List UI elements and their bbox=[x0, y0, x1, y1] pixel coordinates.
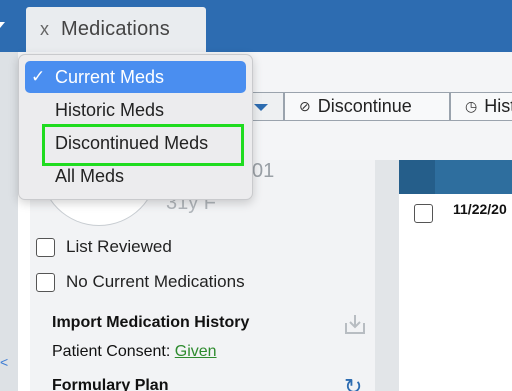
top-bar: x Medications bbox=[0, 0, 512, 52]
highlight-box bbox=[42, 124, 244, 166]
history-label: Hist bbox=[484, 96, 512, 116]
no-current-meds-label: No Current Medications bbox=[66, 272, 245, 291]
grid-row-checkbox[interactable] bbox=[414, 204, 433, 223]
tab-label: Medications bbox=[61, 18, 170, 40]
discontinue-label: Discontinue bbox=[317, 96, 412, 116]
history-icon: ◷ bbox=[465, 98, 478, 114]
menu-item-current-meds[interactable]: ✓ Current Meds bbox=[25, 61, 246, 93]
checkmark-icon: ✓ bbox=[31, 67, 46, 86]
list-reviewed-label: List Reviewed bbox=[66, 237, 172, 256]
consent-given-link[interactable]: Given bbox=[175, 343, 217, 360]
patient-consent: Patient Consent: Given bbox=[52, 343, 217, 361]
list-reviewed-row[interactable]: List Reviewed bbox=[36, 237, 172, 257]
left-gutter bbox=[0, 52, 18, 391]
menu-item-label: Historic Meds bbox=[55, 99, 165, 120]
import-history-title: Import Medication History bbox=[52, 314, 250, 331]
chevron-down-icon[interactable] bbox=[0, 22, 5, 28]
discontinue-button[interactable]: ⊘ Discontinue bbox=[284, 92, 450, 121]
formulary-plan-title: Formulary Plan bbox=[52, 377, 169, 391]
close-icon[interactable]: x bbox=[40, 19, 49, 40]
refresh-icon[interactable]: ↻ bbox=[344, 374, 362, 391]
chevron-down-icon bbox=[254, 104, 268, 111]
panel-divider[interactable] bbox=[375, 160, 399, 391]
menu-item-label: All Meds bbox=[55, 165, 125, 186]
history-button[interactable]: ◷ Hist bbox=[450, 92, 512, 121]
import-icon[interactable] bbox=[343, 313, 367, 335]
list-reviewed-checkbox[interactable] bbox=[36, 237, 55, 257]
consent-label: Patient Consent: bbox=[52, 343, 171, 360]
menu-item-label: Current Meds bbox=[55, 66, 165, 87]
patient-id: 01 bbox=[252, 160, 275, 182]
collapse-chevron-icon[interactable]: < bbox=[0, 354, 8, 370]
discontinue-icon: ⊘ bbox=[299, 98, 311, 114]
no-current-meds-checkbox[interactable] bbox=[36, 272, 55, 292]
menu-item-historic-meds[interactable]: Historic Meds bbox=[25, 94, 246, 126]
grid-row-date: 11/22/20 bbox=[453, 201, 507, 217]
no-current-meds-row[interactable]: No Current Medications bbox=[36, 272, 245, 292]
grid-header-select-column bbox=[399, 160, 435, 194]
tab-medications[interactable]: x Medications bbox=[26, 7, 206, 52]
